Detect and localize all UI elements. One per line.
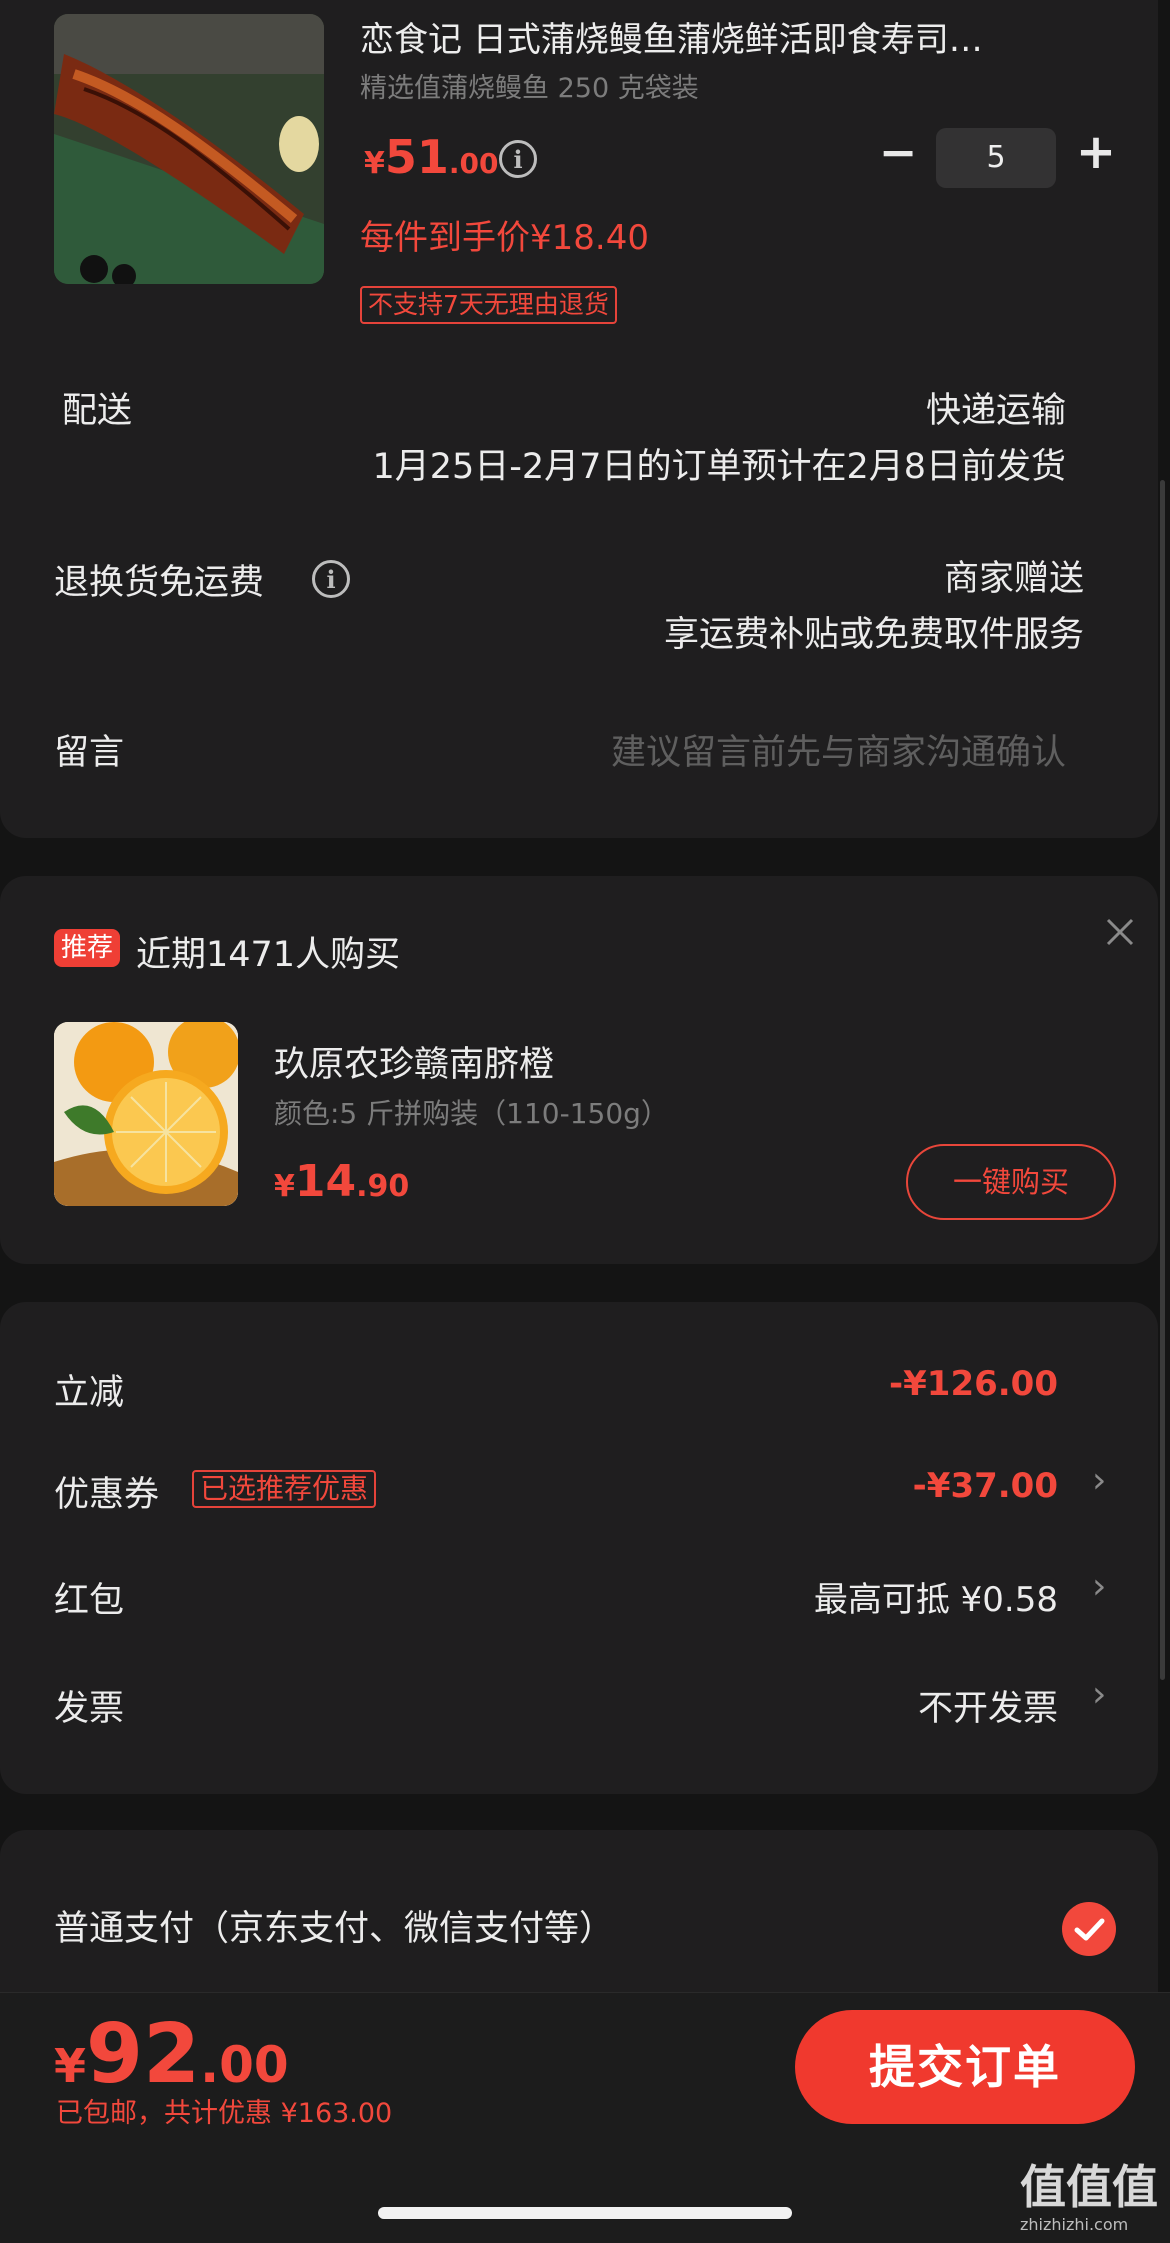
- watermark-brand: 值值值: [1020, 2160, 1158, 2214]
- total-summary: 已包邮，共计优惠 ¥163.00: [56, 2098, 393, 2129]
- one-click-buy-button[interactable]: 一键购买: [906, 1144, 1116, 1220]
- message-label: 留言: [54, 733, 125, 773]
- recommend-name[interactable]: 玖原农珍赣南脐橙: [274, 1036, 554, 1087]
- product-image[interactable]: [54, 14, 324, 284]
- instant-discount-value: -¥126.00: [889, 1364, 1058, 1404]
- bottom-bar: ¥92.00 已包邮，共计优惠 ¥163.00 提交订单 值值值 zhizhiz…: [0, 1992, 1170, 2243]
- recommend-image[interactable]: [54, 1022, 238, 1206]
- red-packet-chevron-icon[interactable]: ›: [1092, 1566, 1106, 1607]
- quantity-plus-button[interactable]: +: [1074, 128, 1118, 176]
- recommend-price: ¥14.90: [274, 1156, 410, 1207]
- watermark-url: zhizhizhi.com: [1020, 2215, 1129, 2234]
- coupon-tag: 已选推荐优惠: [192, 1470, 377, 1508]
- coupon-label: 优惠券: [54, 1475, 160, 1515]
- order-card: 恋食记 日式蒲烧鳗鱼蒲烧鲜活即食寿司… 精选值蒲烧鳗鱼 250 克袋装 ¥51.…: [0, 0, 1158, 838]
- quantity-input[interactable]: 5: [936, 128, 1056, 188]
- invoice-chevron-icon[interactable]: ›: [1092, 1674, 1106, 1715]
- close-icon[interactable]: [1100, 912, 1140, 952]
- product-price: ¥51.00: [364, 130, 499, 184]
- return-policy-tag: 不支持7天无理由退货: [360, 286, 617, 324]
- total-price: ¥92.00: [54, 2007, 289, 2102]
- invoice-value[interactable]: 不开发票: [918, 1680, 1058, 1731]
- delivery-label: 配送: [62, 391, 133, 431]
- red-packet-value[interactable]: 最高可抵 ¥0.58: [814, 1572, 1058, 1621]
- recommend-headline: 近期1471人购买: [136, 935, 401, 975]
- quantity-minus-button[interactable]: −: [876, 129, 920, 175]
- return-shipping-info-icon[interactable]: i: [312, 560, 350, 598]
- product-title[interactable]: 恋食记 日式蒲烧鳗鱼蒲烧鲜活即食寿司…: [360, 12, 983, 61]
- delivery-method[interactable]: 快递运输: [926, 382, 1066, 433]
- invoice-label: 发票: [54, 1689, 125, 1729]
- recommend-spec: 颜色:5 斤拼购装（110-150g）: [274, 1097, 669, 1130]
- price-info-icon[interactable]: i: [499, 140, 537, 178]
- return-shipping-note: 享运费补贴或免费取件服务: [663, 615, 1084, 655]
- delivery-note: 1月25日-2月7日的订单预计在2月8日前发货: [372, 447, 1066, 487]
- red-packet-label: 红包: [54, 1581, 125, 1621]
- coupon-chevron-icon[interactable]: ›: [1092, 1460, 1106, 1501]
- return-shipping-label: 退换货免运费: [54, 563, 265, 603]
- recommend-badge: 推荐: [54, 929, 121, 967]
- submit-order-button[interactable]: 提交订单: [795, 2010, 1135, 2124]
- instant-discount-label: 立减: [54, 1373, 125, 1413]
- message-input[interactable]: 建议留言前先与商家沟通确认: [611, 724, 1066, 775]
- home-indicator[interactable]: [378, 2207, 792, 2219]
- scrollbar[interactable]: [1160, 480, 1165, 1680]
- unit-price: 每件到手价¥18.40: [360, 218, 649, 258]
- payment-option-label[interactable]: 普通支付（京东支付、微信支付等）: [54, 1900, 614, 1951]
- return-shipping-value: 商家赠送: [943, 559, 1084, 599]
- discounts-card: 立减 -¥126.00 优惠券 已选推荐优惠 -¥37.00 › 红包 最高可抵…: [0, 1302, 1158, 1794]
- coupon-value[interactable]: -¥37.00: [913, 1466, 1058, 1506]
- product-spec: 精选值蒲烧鳗鱼 250 克袋装: [360, 73, 699, 104]
- recommend-card: 推荐 近期1471人购买 玖原农珍赣南脐橙 颜色:5 斤拼购装（110-150g…: [0, 876, 1158, 1264]
- payment-selected-check-icon[interactable]: [1062, 1902, 1116, 1956]
